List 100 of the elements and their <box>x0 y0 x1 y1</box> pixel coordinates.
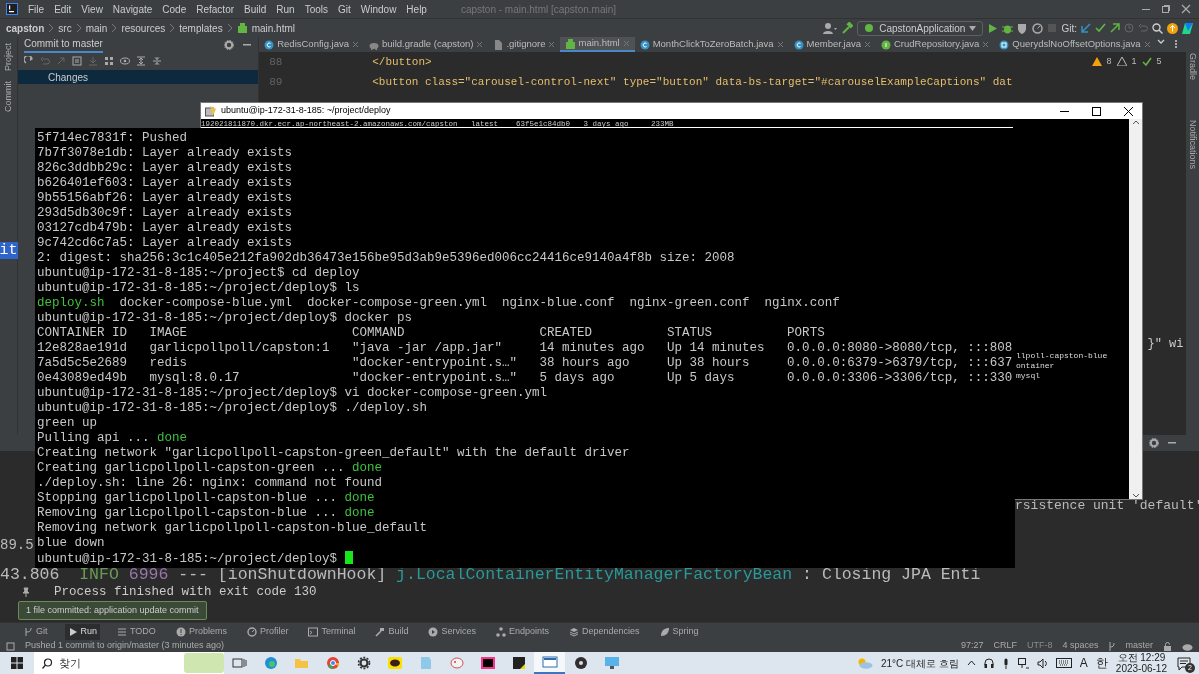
menu-item[interactable]: Help <box>406 1 427 17</box>
hammer-icon[interactable] <box>841 22 854 34</box>
editor-tab[interactable]: MonthClickToZeroBatch.java <box>634 37 789 52</box>
close-icon[interactable] <box>1122 105 1134 117</box>
input-method-indicator[interactable]: A <box>1079 654 1088 672</box>
breadcrumb-item[interactable]: main.html <box>251 20 295 36</box>
lock-icon[interactable] <box>1163 641 1172 651</box>
terminal-line: b626401ef603: Layer already exists <box>37 176 294 191</box>
breadcrumb-item[interactable]: templates <box>179 20 223 36</box>
window-icon <box>541 655 558 669</box>
editor-tab[interactable]: RedisConfig.java <box>259 37 365 52</box>
terminal-line: 293d5db30c9f: Layer already exists <box>37 206 294 221</box>
eye-icon[interactable] <box>120 56 130 66</box>
refresh-icon[interactable] <box>24 56 34 66</box>
user-icon[interactable] <box>823 22 838 34</box>
editor-tab[interactable]: CrudRepository.java <box>876 37 995 52</box>
breadcrumb-item[interactable]: src <box>58 20 72 36</box>
tool-window-tab[interactable]: TODO <box>114 623 159 640</box>
menu-item[interactable]: Code <box>162 1 187 17</box>
settings-icon[interactable] <box>224 39 235 50</box>
editor-tab[interactable]: main.html <box>560 37 635 52</box>
volume-icon[interactable] <box>1036 657 1048 669</box>
expand-icon[interactable] <box>136 56 146 66</box>
tool-window-tab[interactable]: Notifications <box>1185 120 1199 170</box>
settings-icon[interactable] <box>1149 438 1159 448</box>
pin-icon[interactable] <box>20 587 30 597</box>
menu-item[interactable]: Build <box>244 1 267 17</box>
check-icon[interactable] <box>1095 23 1106 33</box>
network-icon[interactable] <box>1017 657 1029 669</box>
menu-item[interactable]: Window <box>360 1 397 17</box>
breadcrumb-item[interactable]: main <box>85 20 108 36</box>
menu-item[interactable]: Git <box>338 1 351 17</box>
status-item[interactable]: master <box>1125 639 1153 653</box>
update-icon[interactable] <box>1167 22 1178 34</box>
status-item[interactable]: CRLF <box>993 639 1017 653</box>
menu-item[interactable]: View <box>81 1 103 17</box>
tool-window-tab[interactable]: Run <box>64 623 101 640</box>
terminal-line: green up <box>37 416 98 431</box>
menu-item[interactable]: File <box>28 1 45 17</box>
class-icon <box>264 39 275 50</box>
menu-item[interactable]: Edit <box>54 1 72 17</box>
arrow-down-left-icon[interactable] <box>1081 23 1091 33</box>
tree-item[interactable]: Changes <box>18 70 259 84</box>
leaf-icon <box>659 626 670 637</box>
tool-window-tab[interactable]: Endpoints <box>492 623 552 640</box>
run-configuration-dropdown[interactable]: CapstonApplication <box>857 20 984 36</box>
app-logo-icon[interactable] <box>6 3 18 15</box>
editor-tab[interactable]: Member.java <box>788 37 876 52</box>
restore-icon[interactable] <box>1161 4 1171 14</box>
arrow-up-right-icon[interactable] <box>1110 23 1120 33</box>
status-item[interactable]: 97:27 <box>960 639 984 653</box>
keyboard-icon[interactable] <box>1055 658 1072 668</box>
tool-window-tab[interactable]: Services <box>425 623 479 640</box>
list-icon <box>117 626 128 637</box>
notification-icon[interactable] <box>1177 656 1191 670</box>
tool-window-tab[interactable]: Problems <box>172 623 230 640</box>
headset-icon[interactable] <box>983 657 994 669</box>
menu-item[interactable]: Tools <box>304 1 328 17</box>
diff-icon[interactable] <box>72 56 82 66</box>
logo-icon[interactable] <box>1182 22 1193 34</box>
windows-logo-icon[interactable] <box>11 657 23 669</box>
menu-item[interactable]: Navigate <box>112 1 153 17</box>
play-icon[interactable] <box>987 22 999 34</box>
tool-window-tab[interactable]: Git <box>20 623 51 640</box>
status-item[interactable]: 4 spaces <box>1062 639 1099 653</box>
maximize-icon[interactable] <box>1090 105 1102 117</box>
tool-window-tab[interactable]: Terminal <box>305 623 359 640</box>
clock-time[interactable]: 오전 12:29 <box>1117 652 1166 663</box>
clock-date[interactable]: 2023-06-12 <box>1115 663 1167 674</box>
tool-window-tab[interactable]: Project <box>1 43 16 71</box>
search-icon[interactable] <box>1152 22 1163 34</box>
grid-icon[interactable] <box>104 56 114 66</box>
breadcrumb-item[interactable]: capston <box>6 20 45 36</box>
tool-window-tab[interactable]: Commit <box>1 81 16 112</box>
terminal-line: 2: digest: sha256:3c1c405e212fa902db36473e156be95d3ab9e5396ed006cc24416ce9140a4f8b size: 2008 <box>37 251 736 266</box>
inspection-count: 8 <box>1106 55 1112 68</box>
search-field[interactable]: 찾기 <box>34 652 224 674</box>
square-icon[interactable] <box>6 641 15 651</box>
hammer-icon <box>375 626 386 637</box>
menu-item[interactable]: Refactor <box>196 1 235 17</box>
tool-window-tab[interactable]: Gradle <box>1185 53 1199 80</box>
editor-tab[interactable]: QuerydslNoOffsetOptions.java <box>994 37 1156 52</box>
tool-window-tab[interactable]: Spring <box>656 623 702 640</box>
collapse-icon[interactable] <box>152 56 162 66</box>
menu-item[interactable]: Run <box>276 1 295 17</box>
cloud-icon[interactable] <box>1182 641 1193 651</box>
editor-tab[interactable]: .gitignore <box>488 37 561 52</box>
more-icon[interactable] <box>1173 39 1178 49</box>
terminal-line: 7b7f3078e1db: Layer already exists <box>37 146 294 161</box>
gauge-icon[interactable] <box>1032 22 1044 34</box>
tool-window-tab[interactable]: Dependencies <box>566 623 643 640</box>
editor-tab[interactable]: build.gradle (capston) <box>364 37 489 52</box>
tool-window-tab[interactable]: Profiler <box>243 623 292 640</box>
breadcrumb-item[interactable]: resources <box>121 20 166 36</box>
chevron-up-icon[interactable] <box>966 660 976 666</box>
tool-window-tab[interactable]: Build <box>372 623 412 640</box>
shield-icon[interactable] <box>1017 22 1029 34</box>
cloud-sun-icon <box>856 657 873 669</box>
input-method-indicator[interactable]: 한 <box>1095 654 1108 672</box>
scrollbar[interactable] <box>1129 119 1142 499</box>
